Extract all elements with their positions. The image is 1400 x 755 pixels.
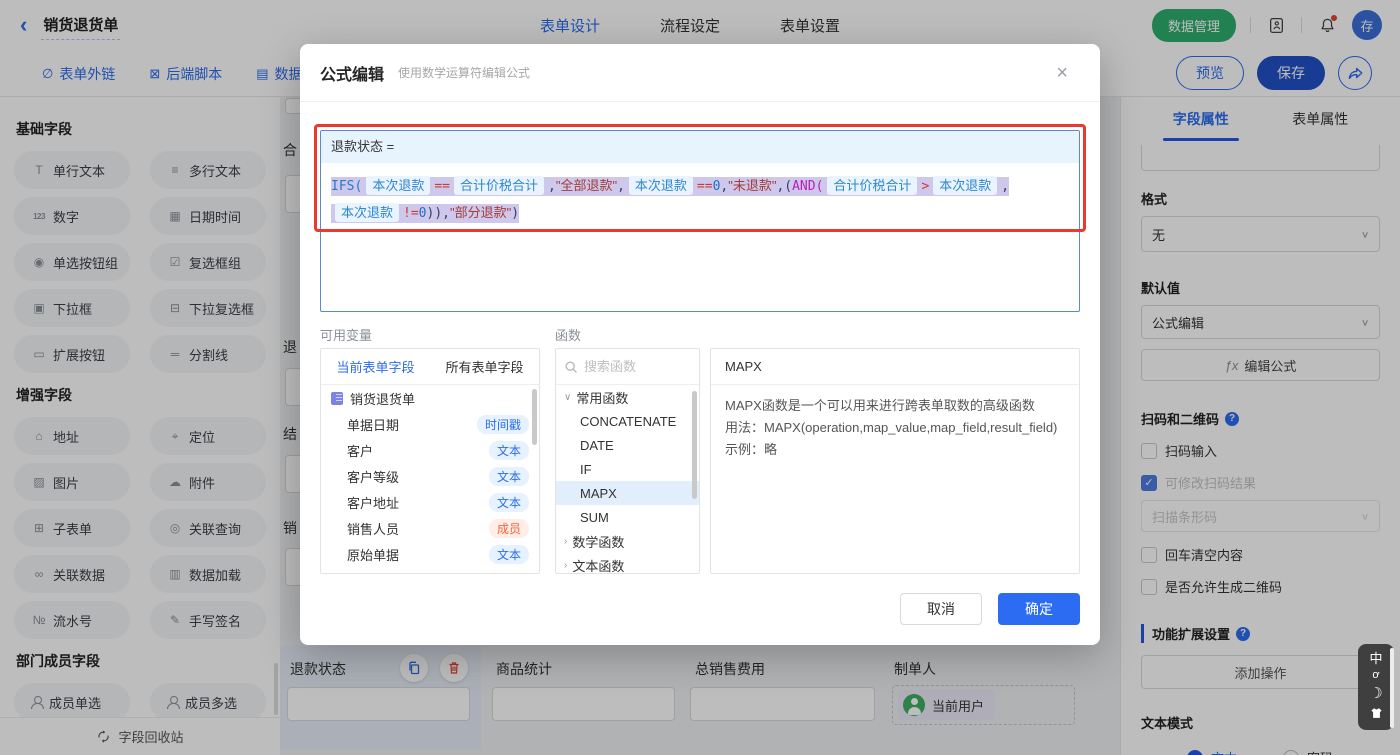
function-row[interactable]: DATE: [556, 433, 699, 457]
function-row[interactable]: › 文本函数: [556, 553, 699, 574]
formula-token: ,: [1001, 179, 1009, 194]
close-icon[interactable]: ×: [1056, 63, 1068, 83]
formula-token: ==: [434, 179, 450, 194]
floating-toolbar: 中 ơ ☽: [1358, 644, 1394, 730]
function-tree: ∨ 常用函数 CONCATENATE DATE: [556, 385, 699, 574]
functions-label: 函数: [555, 325, 581, 344]
confirm-button[interactable]: 确定: [998, 593, 1080, 625]
variables-scrollbar[interactable]: [532, 389, 537, 445]
function-row[interactable]: SUM: [556, 505, 699, 529]
formula-token: 本次退款: [335, 203, 399, 222]
variables-tab[interactable]: 当前表单字段: [321, 349, 430, 384]
tree-arrow-icon: ∨: [564, 392, 571, 403]
functions-panel: ∨ 常用函数 CONCATENATE DATE: [555, 348, 700, 574]
description-line: MAPX函数是一个可以用来进行跨表单取数的高级函数: [725, 395, 1065, 417]
type-badge: 文本: [489, 545, 529, 564]
type-badge: 时间戳: [477, 415, 529, 434]
page-scrollbar[interactable]: [1390, 648, 1394, 728]
tree-arrow-icon: ›: [564, 560, 567, 571]
functions-scrollbar[interactable]: [692, 391, 697, 499]
description-line: 示例：略: [725, 439, 1065, 461]
function-row[interactable]: CONCATENATE: [556, 409, 699, 433]
tree-arrow-icon: ›: [564, 536, 567, 547]
variables-panel: 当前表单字段所有表单字段 销货退货单 单据日期 时间戳 客户 文本: [320, 348, 540, 574]
language-toggle[interactable]: 中: [1369, 652, 1382, 665]
type-badge: 文本: [489, 493, 529, 512]
theme-shirt-icon[interactable]: [1369, 706, 1384, 722]
formula-token: 本次退款: [629, 176, 693, 195]
variables-tab[interactable]: 所有表单字段: [430, 349, 539, 384]
function-row[interactable]: MAPX: [556, 481, 699, 505]
formula-token: !=: [403, 206, 419, 221]
modal-subtitle: 使用数学运算符编辑公式: [398, 64, 530, 81]
cancel-button[interactable]: 取消: [900, 593, 982, 625]
variable-rows: 单据日期 时间戳 客户 文本 客户等级 文本 客户地址: [321, 411, 539, 567]
formula-token: 合计价税合计: [827, 176, 917, 195]
formula-token: >: [921, 179, 929, 194]
formula-editor[interactable]: 退款状态 = IFS(本次退款==合计价税合计,"全部退款",本次退款==0,"…: [320, 130, 1080, 312]
formula-token: ==: [697, 179, 713, 194]
function-row[interactable]: ∨ 常用函数: [556, 385, 699, 409]
formula-token: ,: [442, 206, 450, 221]
function-search[interactable]: [556, 349, 699, 385]
variables-tabs: 当前表单字段所有表单字段: [321, 349, 539, 385]
type-badge: 文本: [489, 441, 529, 460]
formula-token: ,: [617, 179, 625, 194]
variable-row[interactable]: 销售人员 成员: [321, 515, 539, 541]
formula-token: )): [427, 206, 443, 221]
formula-token: ,(: [776, 179, 792, 194]
variable-row[interactable]: 原始单据 文本: [321, 541, 539, 567]
mini-tool-icon[interactable]: ơ: [1372, 670, 1379, 681]
variable-row[interactable]: 客户地址 文本: [321, 489, 539, 515]
formula-editor-modal: 公式编辑 使用数学运算符编辑公式 × 退款状态 = IFS( 本次退款 == 合计价税…: [300, 44, 1100, 645]
formula-token: "全部退款": [556, 178, 617, 193]
formula-token: AND(: [792, 179, 823, 194]
type-badge: 成员: [489, 519, 529, 538]
description-line: 用法：MAPX(operation,map_value,map_field,re…: [725, 417, 1065, 439]
search-icon: [564, 360, 578, 374]
formula-token: ,: [548, 179, 556, 194]
formula-token: "未退款": [728, 178, 776, 193]
formula-token: ): [511, 206, 519, 221]
formula-token: "部分退款": [450, 205, 511, 220]
function-description: MAPX函数是一个可以用来进行跨表单取数的高级函数用法：MAPX(operati…: [711, 385, 1079, 471]
type-badge: 文本: [489, 467, 529, 486]
form-root-row[interactable]: 销货退货单: [321, 385, 539, 411]
function-row[interactable]: › 数学函数: [556, 529, 699, 553]
function-name: MAPX: [711, 349, 1079, 385]
function-row[interactable]: IF: [556, 457, 699, 481]
formula-token: 本次退款: [933, 176, 997, 195]
modal-footer: 取消 确定: [300, 593, 1100, 625]
formula-token: 合计价税合计: [454, 176, 544, 195]
dark-mode-moon-icon[interactable]: ☽: [1369, 686, 1382, 701]
modal-header: 公式编辑 使用数学运算符编辑公式 ×: [300, 44, 1100, 102]
search-input[interactable]: [584, 359, 684, 374]
variable-row[interactable]: 单据日期 时间戳: [321, 411, 539, 437]
formula-target: 退款状态 =: [321, 131, 1079, 163]
form-doc-icon: [331, 392, 343, 405]
modal-title: 公式编辑: [320, 61, 384, 85]
formula-expression[interactable]: IFS(本次退款==合计价税合计,"全部退款",本次退款==0,"未退款",(A…: [321, 163, 1079, 227]
formula-token: 0: [419, 206, 427, 221]
variable-row[interactable]: 客户 文本: [321, 437, 539, 463]
formula-token: IFS(: [331, 179, 362, 194]
app-window: ‹ 销货退货单 表单设计流程设定表单设置 数据管理 存 ∅ 表单外: [0, 0, 1400, 755]
formula-token: 本次退款: [366, 176, 430, 195]
function-description-panel: MAPX MAPX函数是一个可以用来进行跨表单取数的高级函数用法：MAPX(op…: [710, 348, 1080, 574]
variable-row[interactable]: 客户等级 文本: [321, 463, 539, 489]
variables-label: 可用变量: [320, 325, 372, 344]
